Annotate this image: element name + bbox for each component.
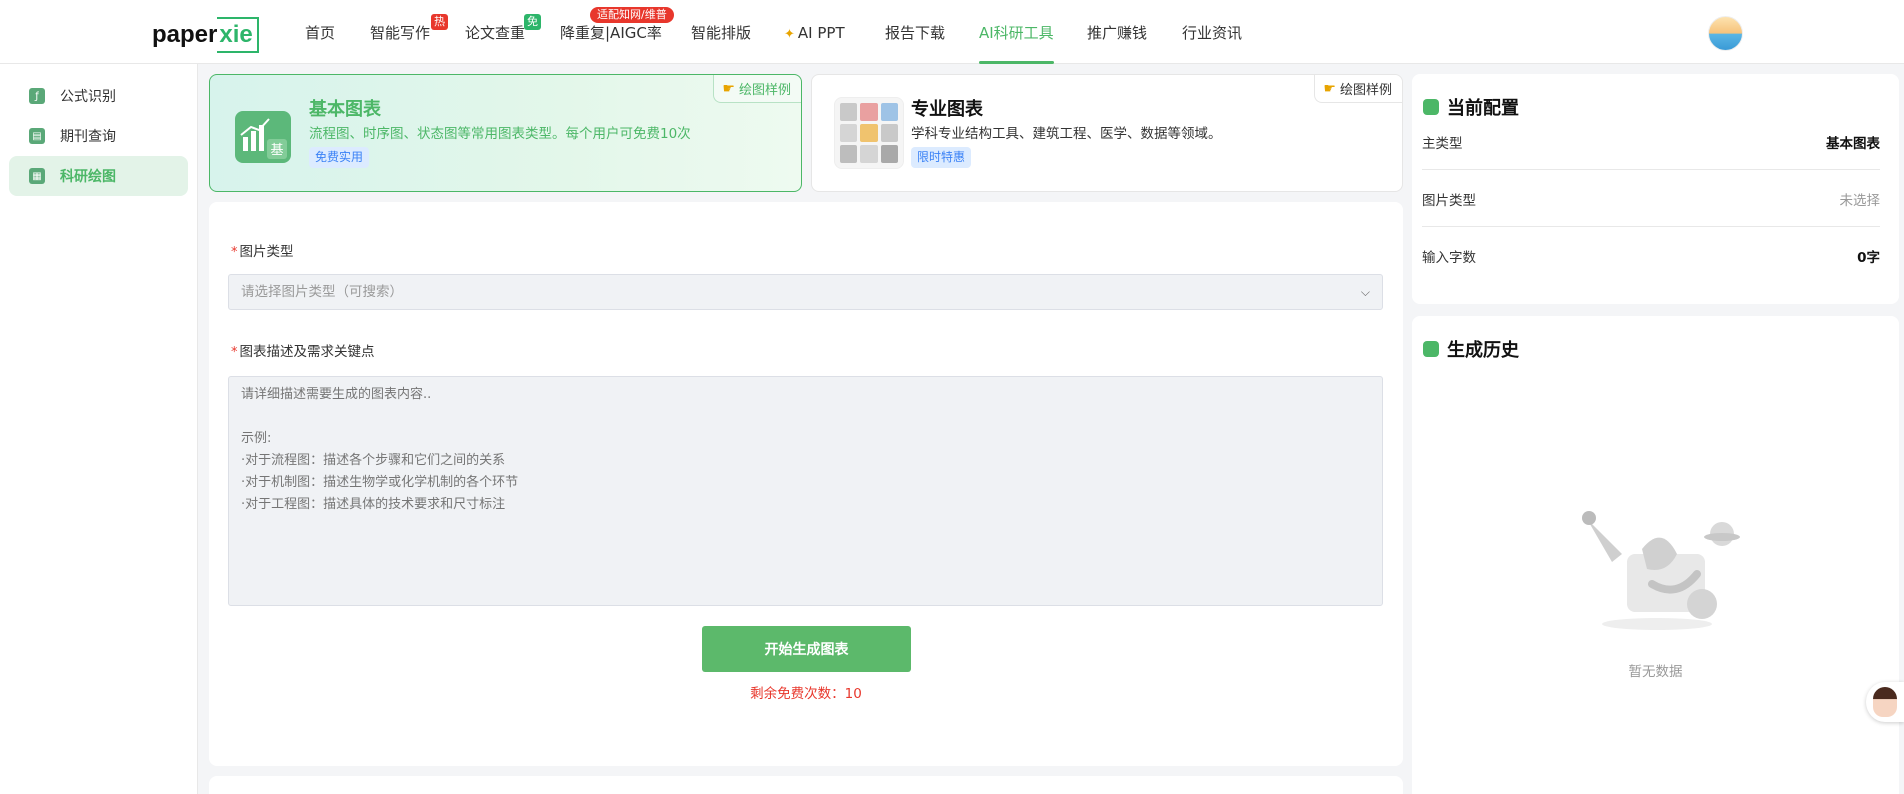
history-title: 生成历史 (1423, 336, 1519, 362)
sidebar-item-label: 科研绘图 (60, 169, 116, 185)
description-textarea[interactable] (228, 376, 1383, 606)
nav-label: AI PPT (797, 24, 845, 42)
sidebar-item-journal[interactable]: ▤ 期刊查询 (9, 116, 188, 156)
nav-promote-earn[interactable]: 推广赚钱 (1087, 0, 1147, 64)
nav-label: 行业资讯 (1182, 24, 1243, 42)
pro-chart-card[interactable]: 专业图表 学科专业结构工具、建筑工程、医学、数据等领域。 限时特惠 ☛ 绘图样例 (811, 74, 1403, 192)
top-header: paper xie 首页 智能写作热 论文查重免 降重复|AIGC率 适配知网/维普… (0, 0, 1904, 64)
nav-ai-research-tools[interactable]: AI科研工具 (979, 0, 1054, 64)
nav-smart-writing[interactable]: 智能写作热 (370, 0, 448, 64)
hot-badge: 热 (431, 14, 448, 30)
sidebar-item-label: 期刊查询 (60, 129, 116, 145)
sample-label: 绘图样例 (738, 83, 791, 98)
nav-report-download[interactable]: 报告下载 (885, 0, 945, 64)
required-mark: * (231, 345, 238, 360)
pro-chart-desc: 学科专业结构工具、建筑工程、医学、数据等领域。 (911, 126, 1222, 142)
pro-chart-thumbnail (834, 97, 904, 169)
basic-chart-title: 基本图表 (309, 99, 381, 120)
nav-label: AI科研工具 (979, 24, 1054, 42)
sample-label: 绘图样例 (1339, 83, 1392, 98)
generation-history-panel: 生成历史 暂无数据 (1412, 316, 1899, 794)
limited-offer-tag: 限时特惠 (911, 147, 972, 168)
pro-sample-button[interactable]: ☛ 绘图样例 (1314, 75, 1402, 103)
chart-draw-icon: ▦ (29, 168, 45, 184)
nav-label: 首页 (305, 24, 336, 42)
select-placeholder: 请选择图片类型（可搜索） (241, 284, 403, 300)
config-row-main-type: 主类型 基本图表 (1422, 114, 1880, 170)
assistant-avatar-button[interactable] (1866, 682, 1904, 722)
image-type-label: * 图片类型 (231, 240, 294, 260)
nav-ai-ppt[interactable]: ✦ AI PPT (784, 0, 845, 64)
description-label: * 图表描述及需求关键点 (231, 340, 375, 360)
left-sidebar: ƒ 公式识别 ▤ 期刊查询 ▦ 科研绘图 (0, 64, 198, 794)
chevron-down-icon: ⌵ (1360, 285, 1370, 299)
empty-rocket-illustration (1582, 511, 1740, 630)
nav-label: 降重复|AIGC率 (560, 24, 662, 42)
config-value: 未选择 (1839, 192, 1881, 209)
nav-label: 报告下载 (885, 24, 946, 42)
required-mark: * (231, 245, 238, 260)
config-row-image-type: 图片类型 未选择 (1422, 171, 1880, 227)
config-row-word-count: 输入字数 0字 (1422, 228, 1880, 284)
nav-label: 推广赚钱 (1087, 24, 1148, 42)
gear-icon (1423, 99, 1439, 115)
config-value: 0字 (1857, 250, 1880, 266)
pro-chart-title: 专业图表 (911, 99, 983, 120)
user-avatar[interactable] (1708, 16, 1743, 51)
nav-smart-format[interactable]: 智能排版 (691, 0, 751, 64)
label-text: 图片类型 (239, 244, 294, 260)
image-type-select[interactable]: 请选择图片类型（可搜索） ⌵ (228, 274, 1383, 310)
history-title-text: 生成历史 (1447, 340, 1519, 361)
config-value: 基本图表 (1826, 135, 1880, 152)
nav-label: 智能写作 (370, 24, 431, 42)
config-label: 图片类型 (1422, 192, 1476, 209)
logo-text-main: paper (152, 21, 218, 48)
empty-state-text: 暂无数据 (1628, 664, 1683, 680)
generate-chart-button[interactable]: 开始生成图表 (702, 626, 911, 672)
nav-reduce-aigc[interactable]: 降重复|AIGC率 适配知网/维普 (560, 0, 674, 64)
free-badge: 免 (524, 14, 541, 30)
assistant-avatar (1873, 687, 1897, 717)
nav-label: 论文查重 (465, 24, 526, 42)
basic-sample-button[interactable]: ☛ 绘图样例 (713, 75, 801, 103)
current-config-panel: 当前配置 主类型 基本图表 图片类型 未选择 输入字数 0字 (1412, 74, 1899, 304)
pointing-hand-icon: ☛ (1323, 80, 1336, 97)
bottom-panel (209, 776, 1403, 794)
free-tag: 免费实用 (309, 147, 370, 168)
cnki-badge: 适配知网/维普 (590, 7, 674, 23)
sidebar-item-formula[interactable]: ƒ 公式识别 (9, 76, 188, 116)
config-label: 主类型 (1422, 135, 1463, 152)
nav-home[interactable]: 首页 (305, 0, 335, 64)
nav-industry-news[interactable]: 行业资讯 (1182, 0, 1242, 64)
basic-chart-icon: 基 (235, 111, 291, 163)
nav-label: 智能排版 (691, 24, 752, 42)
sidebar-item-label: 公式识别 (60, 89, 116, 105)
paperxie-logo[interactable]: paper xie (152, 16, 259, 54)
journal-icon: ▤ (29, 128, 45, 144)
magic-wand-icon: ✦ (784, 27, 795, 42)
formula-icon: ƒ (29, 88, 45, 104)
basic-chart-card[interactable]: 基 基本图表 流程图、时序图、状态图等常用图表类型。每个用户可免费10次 免费实… (209, 74, 802, 192)
sidebar-item-research-drawing[interactable]: ▦ 科研绘图 (9, 156, 188, 196)
nav-plagiarism-check[interactable]: 论文查重免 (465, 0, 541, 64)
chart-form: *图片类型 请选择图片类型（可搜索） ⌵ *图表描述及需求关键点 开始生成图表 … (209, 202, 1403, 766)
logo-text-accent: xie (217, 17, 259, 53)
pointing-hand-icon: ☛ (722, 80, 735, 97)
svg-text:基: 基 (270, 143, 283, 158)
remaining-free-count: 剩余免费次数：10 (750, 686, 862, 702)
basic-chart-desc: 流程图、时序图、状态图等常用图表类型。每个用户可免费10次 (309, 126, 691, 142)
config-label: 输入字数 (1422, 250, 1476, 266)
label-text: 图表描述及需求关键点 (239, 344, 375, 360)
history-icon (1423, 341, 1439, 357)
